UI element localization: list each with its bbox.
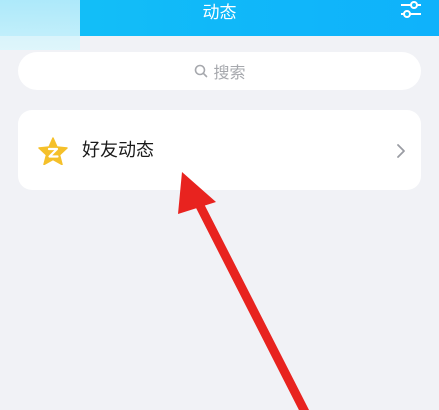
search-bar[interactable]: 搜索 [18, 52, 421, 90]
qzone-star-icon [38, 137, 68, 165]
chevron-right-icon [397, 144, 405, 158]
search-icon [195, 64, 208, 78]
filter-settings-icon[interactable] [397, 0, 425, 22]
header-overlay [0, 0, 80, 50]
friend-feed-item[interactable]: 好友动态 [18, 110, 421, 190]
search-placeholder: 搜索 [213, 63, 246, 82]
friend-feed-label: 好友动态 [82, 140, 154, 161]
